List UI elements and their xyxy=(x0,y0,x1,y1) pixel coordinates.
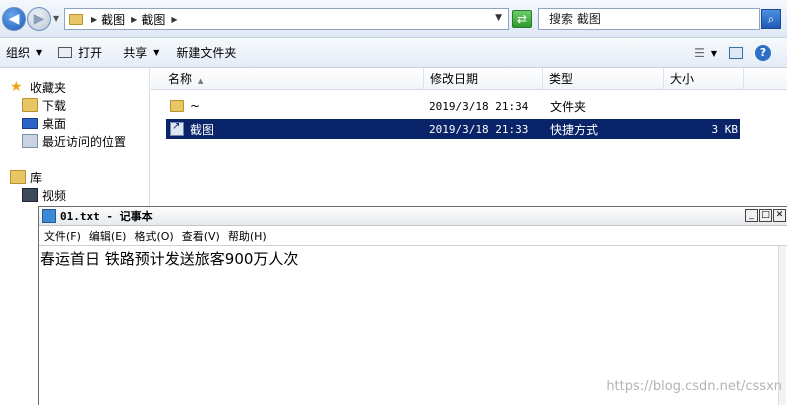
chevron-down-icon: ▼ xyxy=(153,48,160,57)
desktop-icon xyxy=(22,117,38,129)
breadcrumb-arrow-icon: ▶ xyxy=(171,14,178,24)
column-date[interactable]: 修改日期 xyxy=(424,68,543,90)
watermark: https://blog.csdn.net/cssxn xyxy=(606,379,782,394)
search-icon[interactable]: ⌕ xyxy=(761,9,781,29)
chevron-down-icon: ▼ xyxy=(36,48,43,57)
sort-ascending-icon: ▲ xyxy=(198,77,204,85)
menu-file[interactable]: 文件(F) xyxy=(44,228,81,244)
nav-desktop[interactable]: 桌面 xyxy=(22,114,66,132)
notepad-icon xyxy=(42,209,56,223)
notepad-menubar: 文件(F) 编辑(E) 格式(O) 查看(V) 帮助(H) xyxy=(39,226,787,246)
organize-button[interactable]: 组织 ▼ xyxy=(6,38,42,68)
window-controls: _ □ ✕ xyxy=(744,209,786,222)
notepad-window: 01.txt - 记事本 _ □ ✕ 文件(F) 编辑(E) 格式(O) 查看(… xyxy=(38,206,787,405)
file-type: 快捷方式 xyxy=(550,122,599,137)
column-type[interactable]: 类型 xyxy=(543,68,664,90)
menu-help[interactable]: 帮助(H) xyxy=(228,228,267,244)
menu-format[interactable]: 格式(O) xyxy=(134,228,173,244)
help-icon[interactable]: ? xyxy=(755,45,771,61)
nav-libraries[interactable]: 库 xyxy=(10,168,42,186)
menu-edit[interactable]: 编辑(E) xyxy=(89,228,127,244)
recent-pages-dropdown-icon[interactable]: ▼ xyxy=(53,14,59,23)
file-row[interactable]: ~ 2019/3/18 21:34 文件夹 xyxy=(166,96,740,116)
nav-recent-places[interactable]: 最近访问的位置 xyxy=(22,132,126,150)
address-bar: ◀ ▶ ▼ ▶ 截图 ▶ 截图 ▶ ▼ ⇄ 搜索 截图 ⌕ xyxy=(0,0,787,38)
library-icon xyxy=(10,170,26,184)
column-size[interactable]: 大小 xyxy=(664,68,744,90)
back-button[interactable]: ◀ xyxy=(2,7,26,31)
address-path[interactable]: ▶ 截图 ▶ 截图 ▶ ▼ xyxy=(64,8,509,30)
file-date: 2019/3/18 21:33 xyxy=(429,122,529,136)
file-type: 文件夹 xyxy=(550,99,587,114)
nav-downloads[interactable]: 下载 xyxy=(22,96,66,114)
file-row-selected[interactable]: 截图 2019/3/18 21:33 快捷方式 3 KB xyxy=(166,119,740,139)
breadcrumb-item[interactable]: ▶ 截图 xyxy=(131,11,165,28)
refresh-button[interactable]: ⇄ xyxy=(512,10,532,28)
nav-videos[interactable]: 视频 xyxy=(22,186,66,204)
chevron-down-icon[interactable]: ▼ xyxy=(711,49,717,58)
star-icon: ★ xyxy=(10,79,23,95)
video-library-icon xyxy=(22,188,38,202)
forward-button[interactable]: ▶ xyxy=(27,7,51,31)
notepad-titlebar[interactable]: 01.txt - 记事本 _ □ ✕ xyxy=(39,207,787,226)
notepad-title: 01.txt - 记事本 xyxy=(60,210,153,223)
file-date: 2019/3/18 21:34 xyxy=(429,99,529,113)
file-name: ~ xyxy=(190,99,201,113)
downloads-folder-icon xyxy=(22,98,38,112)
breadcrumb-arrow-icon: ▶ xyxy=(131,14,138,24)
search-input[interactable]: 搜索 截图 xyxy=(538,8,760,30)
column-name[interactable]: 名称 ▲ xyxy=(151,68,424,90)
file-name: 截图 xyxy=(190,122,215,137)
open-button[interactable]: 打开 xyxy=(58,38,102,68)
recent-places-icon xyxy=(22,134,38,148)
breadcrumb-arrow-icon: ▶ xyxy=(91,14,98,24)
open-icon xyxy=(58,47,73,58)
folder-icon xyxy=(170,100,184,112)
new-folder-button[interactable]: 新建文件夹 xyxy=(176,38,236,68)
breadcrumb-item[interactable]: ▶ 截图 xyxy=(91,11,125,28)
command-bar: 组织 ▼ 打开 共享 ▼ 新建文件夹 ☰ ▼ ? xyxy=(0,38,787,68)
preview-pane-icon[interactable] xyxy=(729,47,743,59)
breadcrumb-more[interactable]: ▶ xyxy=(171,15,181,24)
minimize-icon[interactable]: _ xyxy=(745,209,758,222)
close-icon[interactable]: ✕ xyxy=(773,209,786,222)
folder-icon xyxy=(69,13,83,25)
maximize-icon[interactable]: □ xyxy=(759,209,772,222)
shortcut-icon xyxy=(170,121,184,136)
menu-view[interactable]: 查看(V) xyxy=(182,228,220,244)
view-options-icon[interactable]: ☰ xyxy=(694,46,705,60)
address-dropdown-icon[interactable]: ▼ xyxy=(495,13,502,23)
column-header-row: 名称 ▲ 修改日期 类型 大小 xyxy=(151,68,787,90)
share-button[interactable]: 共享 ▼ xyxy=(123,38,159,68)
file-size: 3 KB xyxy=(711,122,739,136)
view-controls: ☰ ▼ ? xyxy=(694,38,787,68)
nav-favorites[interactable]: ★ 收藏夹 xyxy=(10,78,66,96)
